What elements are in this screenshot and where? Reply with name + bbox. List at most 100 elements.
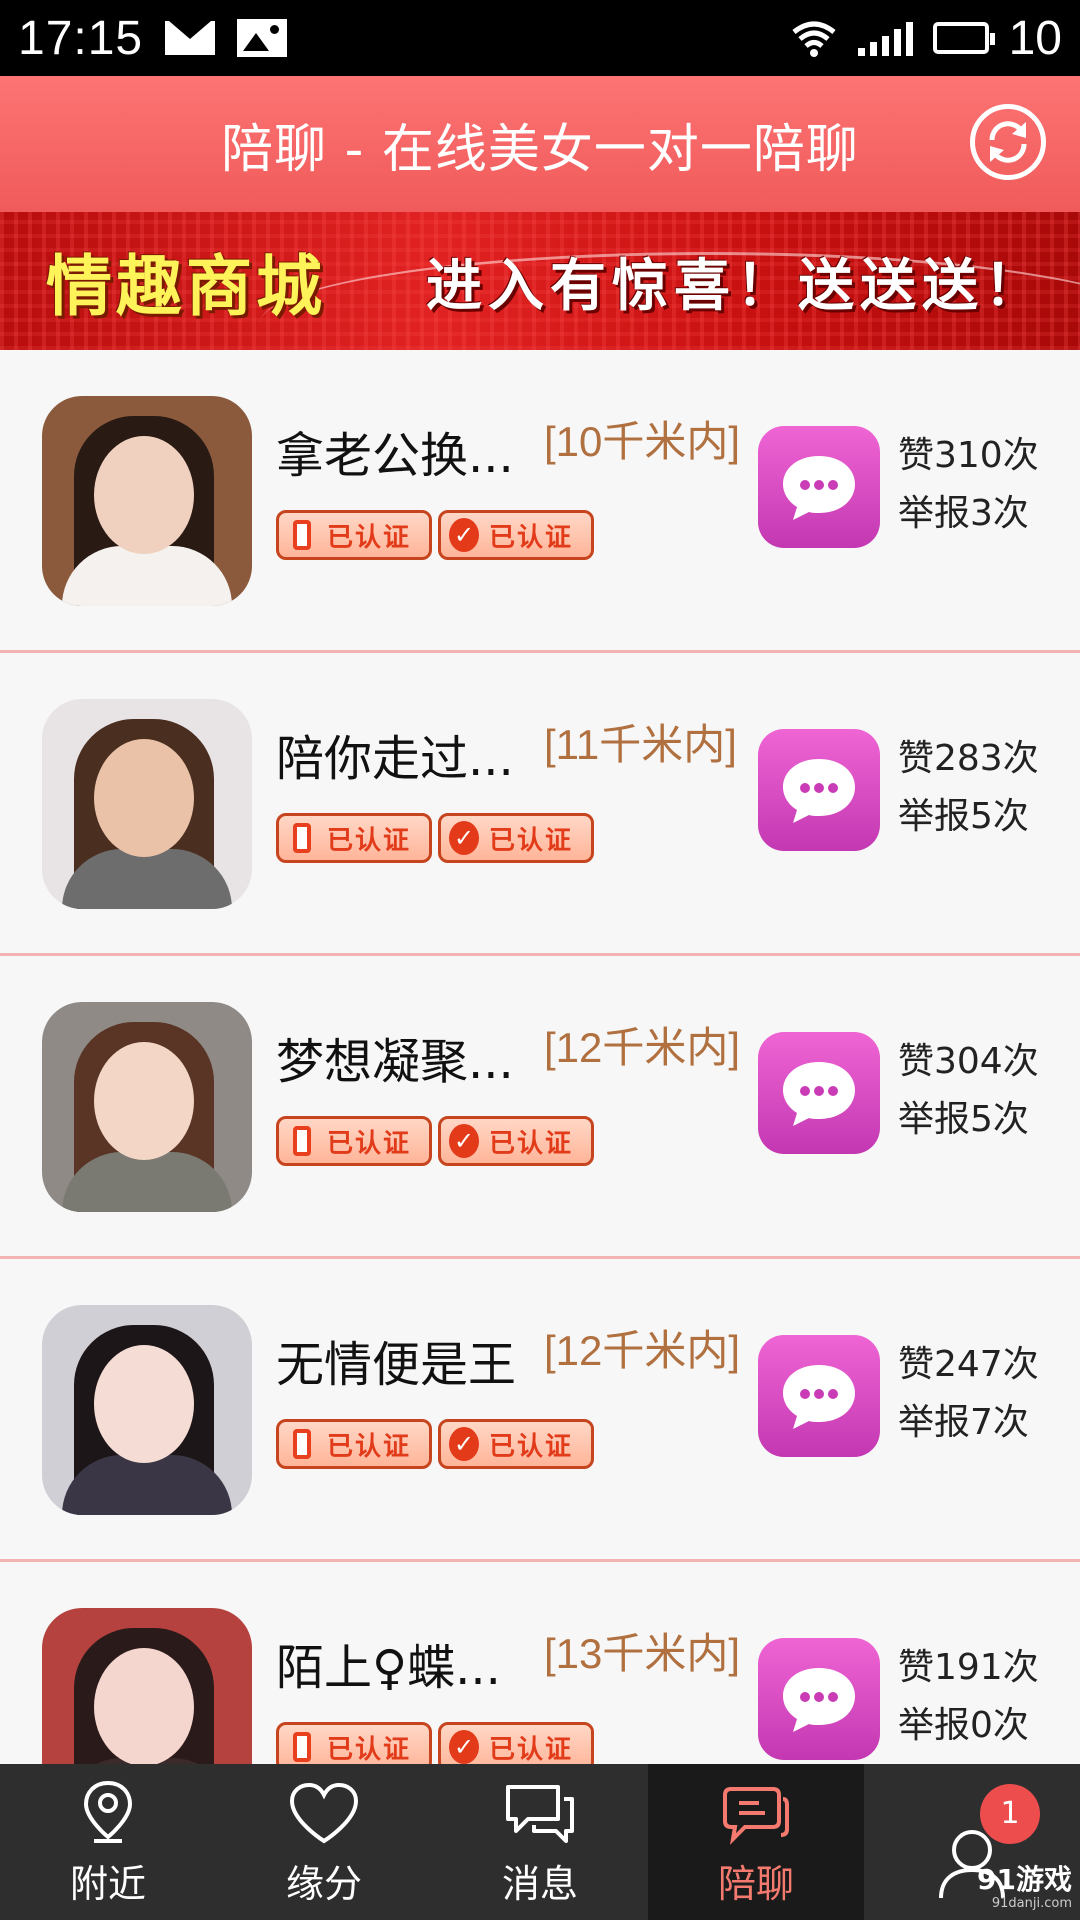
chat-button[interactable] — [758, 729, 880, 851]
battery-icon — [932, 22, 995, 54]
location-icon — [83, 1780, 133, 1843]
likes-count: 赞283次 — [898, 738, 1039, 779]
avatar[interactable] — [42, 1305, 252, 1515]
promo-banner[interactable]: 情趣商城 进入有惊喜！送送送！ — [0, 212, 1080, 350]
distance-label: [11千米内] — [544, 721, 737, 768]
page-title: 陪聊 - 在线美女一对一陪聊 — [221, 119, 859, 180]
distance-label: [12千米内] — [544, 1327, 741, 1374]
identity-verified-badge: ✓ 已认证 — [438, 1419, 594, 1469]
badge-label: 已认证 — [489, 825, 574, 856]
check-icon: ✓ — [449, 821, 479, 855]
phone-verified-badge: 已认证 — [276, 1419, 432, 1469]
badge-label: 已认证 — [489, 522, 574, 553]
badge-label: 已认证 — [327, 1128, 412, 1159]
nav-nearby[interactable]: 附近 — [0, 1764, 216, 1920]
list-item[interactable]: 无情便是王 [12千米内] 已认证 ✓ 已认证 赞247次 举报7次 — [0, 1259, 1080, 1562]
avatar-face — [94, 436, 194, 554]
companion-list: 拿老公换... [10千米内] 已认证 ✓ 已认证 赞310次 举报3次 陪你走… — [0, 350, 1080, 1764]
phone-verified-badge: 已认证 — [276, 813, 432, 863]
refresh-button[interactable] — [970, 104, 1046, 180]
avatar-face — [94, 739, 194, 857]
check-icon: ✓ — [449, 1124, 479, 1158]
banner-left-text: 情趣商城 — [46, 248, 326, 325]
user-name: 陪你走过... — [276, 731, 514, 787]
chat-button[interactable] — [758, 1638, 880, 1760]
distance-label: [12千米内] — [544, 1024, 741, 1071]
avatar[interactable] — [42, 1608, 252, 1764]
phone-verified-badge: 已认证 — [276, 1116, 432, 1166]
nav-fate[interactable]: 缘分 — [216, 1764, 432, 1920]
avatar-face — [94, 1345, 194, 1463]
likes-count: 赞310次 — [898, 435, 1039, 476]
reports-count: 举报7次 — [898, 1402, 1029, 1443]
reports-count: 举报5次 — [898, 796, 1029, 837]
phone-icon — [293, 520, 311, 550]
chat-button[interactable] — [758, 1032, 880, 1154]
heart-icon — [289, 1783, 359, 1844]
list-item[interactable]: 梦想凝聚... [12千米内] 已认证 ✓ 已认证 赞304次 举报5次 — [0, 956, 1080, 1259]
distance-label: [10千米内] — [544, 418, 741, 465]
nav-label: 附近 — [69, 1862, 146, 1906]
reports-count: 举报0次 — [898, 1705, 1029, 1746]
watermark-sub: 91danji.com — [991, 1896, 1072, 1911]
chat-button[interactable] — [758, 426, 880, 548]
user-name: 梦想凝聚... — [276, 1034, 514, 1090]
chat-button[interactable] — [758, 1335, 880, 1457]
mail-icon — [165, 21, 216, 55]
phone-verified-badge: 已认证 — [276, 1722, 432, 1764]
badge-label: 已认证 — [327, 825, 412, 856]
phone-verified-badge: 已认证 — [276, 510, 432, 560]
list-item[interactable]: 拿老公换... [10千米内] 已认证 ✓ 已认证 赞310次 举报3次 — [0, 350, 1080, 653]
nav-companion-chat[interactable]: 陪聊 — [648, 1764, 864, 1920]
chat-bubble-icon — [783, 1365, 855, 1429]
chat-bubble-icon — [783, 456, 855, 520]
chat-bubble-icon — [783, 759, 855, 823]
identity-verified-badge: ✓ 已认证 — [438, 813, 594, 863]
battery-level: 10 — [1008, 11, 1062, 65]
user-name: 无情便是王 — [276, 1337, 517, 1393]
bottom-nav: 附近 缘分 消息 陪聊 1 91游戏 91danji.com — [0, 1764, 1080, 1920]
likes-count: 赞304次 — [898, 1041, 1039, 1082]
phone-icon — [293, 823, 311, 853]
check-icon: ✓ — [449, 1730, 479, 1764]
user-name: 陌上♀蝶... — [276, 1640, 501, 1696]
nav-profile[interactable]: 1 91游戏 91danji.com — [864, 1764, 1080, 1920]
chat-bubbles-icon — [506, 1785, 574, 1843]
check-icon: ✓ — [449, 518, 479, 552]
badge-label: 已认证 — [489, 1128, 574, 1159]
chat-bubble-icon — [783, 1062, 855, 1126]
refresh-icon — [989, 121, 1027, 163]
phone-icon — [293, 1126, 311, 1156]
list-item[interactable]: 陌上♀蝶... [13千米内] 已认证 ✓ 已认证 赞191次 举报0次 — [0, 1562, 1080, 1764]
list-item[interactable]: 陪你走过... [11千米内] 已认证 ✓ 已认证 赞283次 举报5次 — [0, 653, 1080, 956]
identity-verified-badge: ✓ 已认证 — [438, 510, 594, 560]
notification-badge: 1 — [980, 1784, 1040, 1844]
image-icon — [237, 19, 288, 57]
avatar[interactable] — [42, 699, 252, 909]
reports-count: 举报3次 — [898, 493, 1029, 534]
avatar[interactable] — [42, 1002, 252, 1212]
nav-label: 陪聊 — [717, 1862, 794, 1906]
companion-chat-icon — [723, 1787, 789, 1845]
phone-icon — [293, 1429, 311, 1459]
wifi-icon — [792, 21, 836, 57]
app-header: 陪聊 - 在线美女一对一陪聊 — [0, 76, 1080, 212]
avatar[interactable] — [42, 396, 252, 606]
likes-count: 赞191次 — [898, 1647, 1039, 1688]
likes-count: 赞247次 — [898, 1344, 1039, 1385]
check-icon: ✓ — [449, 1427, 479, 1461]
badge-label: 已认证 — [489, 1431, 574, 1462]
nav-messages[interactable]: 消息 — [432, 1764, 648, 1920]
user-name: 拿老公换... — [276, 428, 514, 484]
watermark-text: 91游戏 — [977, 1863, 1072, 1896]
avatar-face — [94, 1648, 194, 1764]
reports-count: 举报5次 — [898, 1099, 1029, 1140]
signal-icon — [857, 20, 913, 56]
nav-label: 消息 — [501, 1862, 578, 1906]
banner-right-text: 进入有惊喜！送送送！ — [426, 253, 1046, 319]
status-bar: 17:15 10 — [0, 0, 1080, 76]
status-time: 17:15 — [18, 11, 144, 65]
badge-label: 已认证 — [327, 1431, 412, 1462]
nav-label: 缘分 — [285, 1862, 362, 1906]
chat-bubble-icon — [783, 1668, 855, 1732]
